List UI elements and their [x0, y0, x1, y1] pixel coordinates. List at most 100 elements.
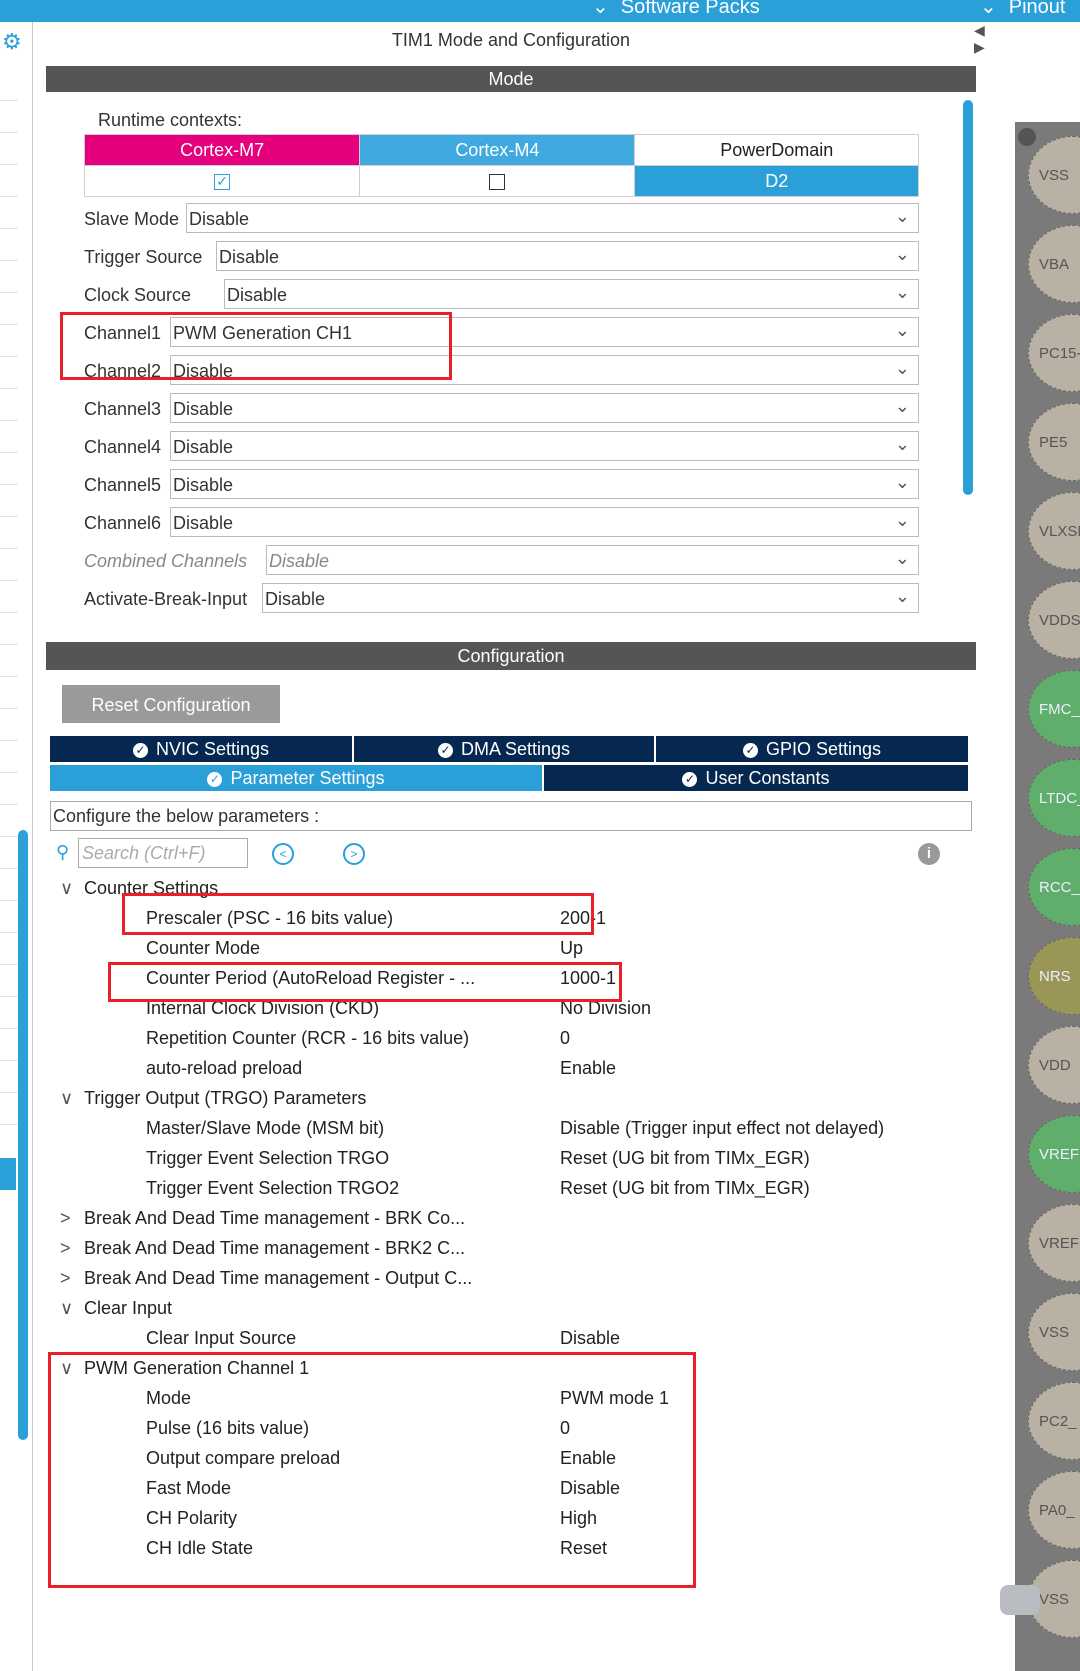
parameter-label: Master/Slave Mode (MSM bit) — [146, 1118, 385, 1138]
chevron-down-icon: ⌄ — [894, 282, 910, 302]
chevron-down-icon[interactable]: ∨ — [60, 878, 73, 899]
parameter-group[interactable]: > Break And Dead Time management - BRK Co… — [50, 1204, 950, 1234]
channel4-select[interactable]: Disable ⌄ — [170, 431, 919, 461]
mode-row-slave-mode: Slave Mode Disable ⌄ — [84, 203, 919, 233]
parameter-group[interactable]: > Break And Dead Time management - Output… — [50, 1264, 950, 1294]
chevron-right-icon[interactable]: > — [60, 1268, 71, 1289]
previous-result-icon[interactable]: < — [272, 843, 294, 865]
cortex-m7-checkbox[interactable]: ✓ — [214, 173, 231, 190]
runtime-contexts-table: Cortex-M7 Cortex-M4 PowerDomain ✓ D2 — [83, 134, 919, 197]
check-circle-icon: ✓ — [132, 742, 148, 758]
parameter-value[interactable]: Up — [560, 938, 583, 959]
field-label: Channel3 — [84, 399, 162, 419]
parameter-value[interactable]: Reset (UG bit from TIMx_EGR) — [560, 1148, 810, 1169]
parameter-value[interactable]: Reset (UG bit from TIMx_EGR) — [560, 1178, 810, 1199]
mode-row-channel5: Channel5 Disable ⌄ — [84, 469, 919, 499]
mode-row-clock-source: Clock Source Disable ⌄ — [84, 279, 919, 309]
parameter-row[interactable]: Repetition Counter (RCR - 16 bits value)… — [50, 1024, 950, 1054]
cortex-m4-checkbox[interactable] — [489, 173, 506, 190]
chevron-right-icon[interactable]: > — [60, 1208, 71, 1229]
group-label: Break And Dead Time management - BRK Co.… — [84, 1208, 466, 1228]
slave-mode-select[interactable]: Disable ⌄ — [186, 203, 919, 233]
mode-scrollbar[interactable] — [963, 100, 973, 495]
activate-break-input-select[interactable]: Disable ⌄ — [262, 583, 919, 613]
power-domain-value[interactable]: D2 — [634, 165, 919, 197]
mode-row-channel4: Channel4 Disable ⌄ — [84, 431, 919, 461]
field-label: Activate-Break-Input — [84, 589, 248, 609]
configuration-header: Configuration — [46, 642, 976, 670]
tab-nvic-settings[interactable]: ✓ NVIC Settings — [50, 736, 352, 762]
highlight-pwm-channel1 — [48, 1352, 696, 1588]
parameter-value[interactable]: Disable (Trigger input effect not delaye… — [560, 1118, 884, 1139]
mode-row-channel6: Channel6 Disable ⌄ — [84, 507, 919, 537]
trigger-source-select[interactable]: Disable ⌄ — [216, 241, 919, 271]
field-label: Clock Source — [84, 285, 192, 305]
parameter-row[interactable]: Trigger Event Selection TRGO Reset (UG bi… — [50, 1144, 950, 1174]
info-icon[interactable]: i — [918, 843, 940, 865]
check-circle-icon: ✓ — [742, 742, 758, 758]
parameter-row[interactable]: Trigger Event Selection TRGO2 Reset (UG b… — [50, 1174, 950, 1204]
parameter-group[interactable]: ∨ Clear Input — [50, 1294, 950, 1324]
left-selected-item[interactable] — [0, 1158, 16, 1190]
parameter-row[interactable]: Master/Slave Mode (MSM bit) Disable (Trig… — [50, 1114, 950, 1144]
parameter-group[interactable]: > Break And Dead Time management - BRK2 C… — [50, 1234, 950, 1264]
chat-bubble-icon — [1000, 1585, 1040, 1615]
gear-icon[interactable]: ⚙ — [2, 30, 26, 54]
parameter-label: auto-reload preload — [146, 1058, 303, 1078]
mode-row-channel3: Channel3 Disable ⌄ — [84, 393, 919, 423]
parameter-row[interactable]: Counter Mode Up — [50, 934, 950, 964]
parameter-value[interactable]: Enable — [560, 1058, 616, 1079]
power-domain-header: PowerDomain — [634, 134, 919, 166]
mode-row-clip: Activate-Break-Input Disable ⌄ — [84, 583, 919, 628]
combined-channels-select[interactable]: Disable ⌄ — [266, 545, 919, 575]
highlight-counter-period — [108, 962, 622, 1002]
channel3-select[interactable]: Disable ⌄ — [170, 393, 919, 423]
chevron-down-icon: ⌄ — [592, 0, 609, 18]
check-circle-icon: ✓ — [437, 742, 453, 758]
channel6-select[interactable]: Disable ⌄ — [170, 507, 919, 537]
left-category-panel — [0, 22, 33, 1671]
parameter-label: Counter Mode — [146, 938, 261, 958]
tab-gpio-settings[interactable]: ✓ GPIO Settings — [656, 736, 968, 762]
field-label: Channel4 — [84, 437, 162, 457]
field-label: Channel5 — [84, 475, 162, 495]
next-result-icon[interactable]: > — [343, 843, 365, 865]
group-label: Clear Input — [84, 1298, 173, 1318]
nav-software-packs[interactable]: ⌄ Software Packs — [592, 0, 760, 19]
left-scrollbar[interactable] — [18, 830, 28, 1440]
mode-row-activate-break-input: Activate-Break-Input Disable ⌄ — [84, 583, 919, 613]
group-label: Trigger Output (TRGO) Parameters — [84, 1088, 367, 1108]
parameter-value[interactable]: 0 — [560, 1028, 570, 1049]
highlight-channel1 — [60, 312, 452, 380]
chevron-right-icon[interactable]: > — [60, 1238, 71, 1259]
highlight-prescaler — [122, 893, 594, 935]
group-label: Break And Dead Time management - Output … — [84, 1268, 473, 1288]
reset-configuration-button[interactable]: Reset Configuration — [62, 685, 280, 723]
parameter-group[interactable]: ∨ Trigger Output (TRGO) Parameters — [50, 1084, 950, 1114]
tab-parameter-settings[interactable]: ✓ Parameter Settings — [50, 765, 542, 791]
context-cortex-m4-header: Cortex-M4 — [359, 134, 636, 166]
chevron-down-icon: ⌄ — [894, 358, 910, 378]
parameter-value[interactable]: Disable — [560, 1328, 620, 1349]
mode-header: Mode — [46, 66, 976, 92]
search-icon: ⚲ — [56, 842, 70, 862]
panel-title: TIM1 Mode and Configuration — [391, 30, 631, 50]
tab-dma-settings[interactable]: ✓ DMA Settings — [354, 736, 654, 762]
nav-pinout[interactable]: ⌄ Pinout — [980, 0, 1065, 19]
configure-hint: Configure the below parameters : — [50, 801, 972, 831]
chevron-down-icon: ⌄ — [894, 320, 910, 340]
parameter-label: Repetition Counter (RCR - 16 bits value) — [146, 1028, 470, 1048]
context-cortex-m7-cell: ✓ — [83, 165, 361, 197]
runtime-contexts-label: Runtime contexts: — [98, 110, 243, 130]
chevron-down-icon[interactable]: ∨ — [60, 1298, 73, 1319]
top-nav-bar — [0, 0, 1080, 22]
search-input[interactable]: Search (Ctrl+F) — [78, 838, 248, 868]
parameter-row[interactable]: auto-reload preload Enable — [50, 1054, 950, 1084]
tab-user-constants[interactable]: ✓ User Constants — [544, 765, 968, 791]
clock-source-select[interactable]: Disable ⌄ — [224, 279, 919, 309]
chevron-down-icon: ⌄ — [894, 548, 910, 568]
parameter-row[interactable]: Clear Input Source Disable — [50, 1324, 950, 1354]
field-label: Channel6 — [84, 513, 162, 533]
channel5-select[interactable]: Disable ⌄ — [170, 469, 919, 499]
chevron-down-icon[interactable]: ∨ — [60, 1088, 73, 1109]
